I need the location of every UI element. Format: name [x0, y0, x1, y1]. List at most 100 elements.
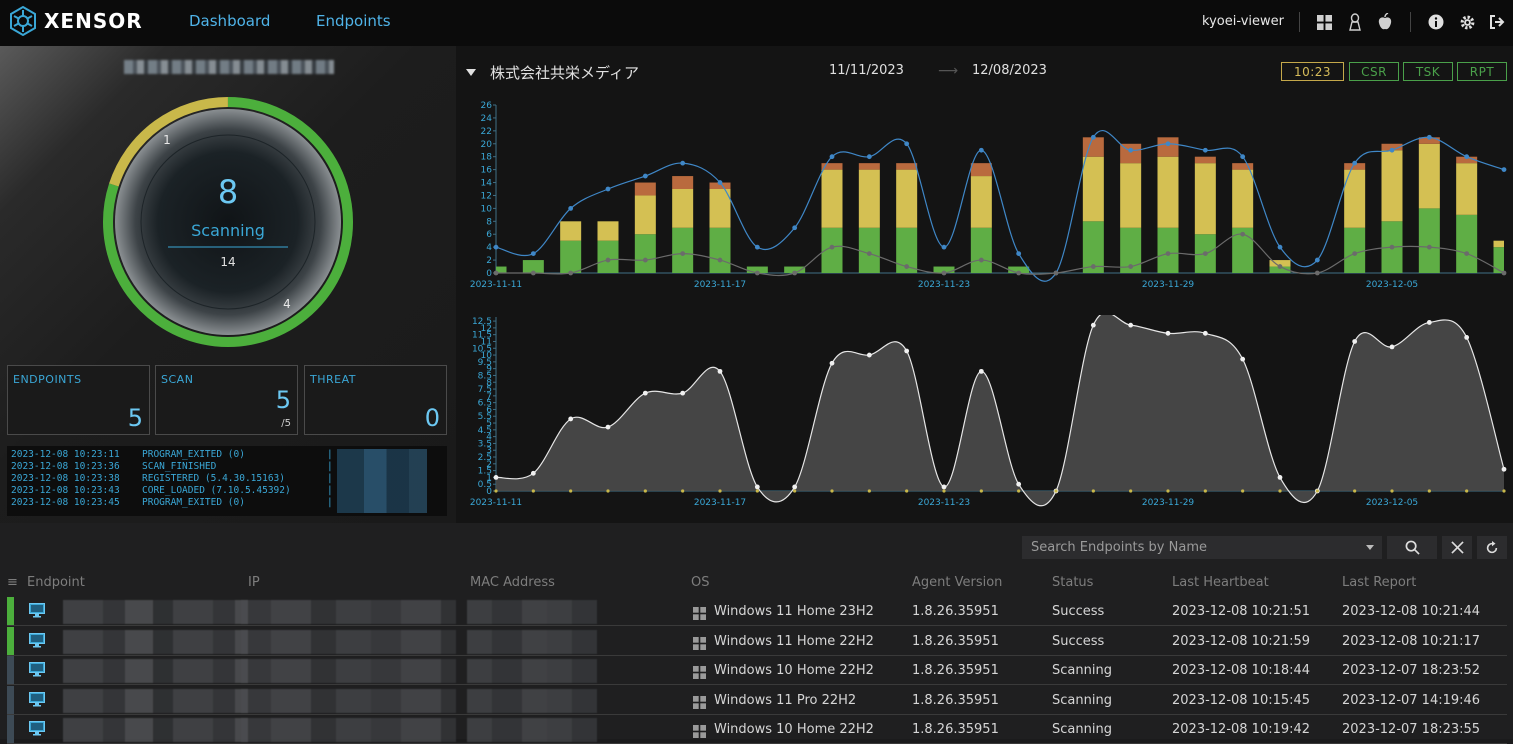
search-dropdown-icon[interactable]: [1366, 545, 1374, 550]
table-row[interactable]: Windows 10 Home 22H2 1.8.26.35951 Scanni…: [7, 715, 1507, 744]
table-row[interactable]: Windows 11 Pro 22H2 1.8.26.35951 Scannin…: [7, 685, 1507, 715]
y-tick-label: 16: [481, 166, 493, 176]
series-point: [792, 225, 798, 231]
y-tick-label: 18: [481, 153, 493, 163]
info-icon[interactable]: [1426, 12, 1446, 32]
baseline-marker: [793, 489, 797, 493]
bar-segment: [709, 227, 731, 273]
bar-segment: [1082, 137, 1104, 157]
area-point: [1240, 356, 1246, 362]
redacted-mac: [467, 659, 597, 684]
area-point: [605, 424, 611, 430]
redacted-endpoint: [63, 659, 248, 684]
os-name: Windows 11 Home 23H2: [714, 604, 874, 619]
bar-segment: [560, 240, 582, 273]
y-tick-label: 8: [486, 217, 492, 227]
monitor-icon: [29, 691, 45, 711]
gauge-count: 8: [218, 173, 238, 211]
stat-threat[interactable]: THREAT 0: [304, 365, 447, 435]
series-point: [1426, 244, 1432, 250]
tsk-tag-button[interactable]: TSK: [1403, 62, 1453, 81]
bar-segment: [1157, 227, 1179, 273]
nav-endpoints[interactable]: Endpoints: [316, 12, 391, 30]
windows-icon[interactable]: [1314, 12, 1334, 32]
xensor-logo-icon: [10, 6, 36, 36]
status-text: Success: [1052, 604, 1105, 619]
status-text: Scanning: [1052, 692, 1112, 708]
area-point: [792, 484, 798, 490]
stat-value: 0: [424, 404, 440, 432]
area-point: [1165, 330, 1171, 336]
baseline-marker: [531, 489, 535, 493]
table-row[interactable]: Windows 11 Home 22H2 1.8.26.35951 Succes…: [7, 626, 1507, 656]
date-from[interactable]: 11/11/2023: [829, 63, 904, 78]
area-point: [941, 484, 947, 490]
refresh-button[interactable]: [1477, 536, 1507, 559]
date-to[interactable]: 12/08/2023: [972, 63, 1047, 78]
bar-segment: [1157, 156, 1179, 228]
area-point: [1426, 320, 1432, 325]
series-point: [605, 257, 611, 263]
clear-search-button[interactable]: [1442, 536, 1472, 559]
table-row[interactable]: Windows 11 Home 23H2 1.8.26.35951 Succes…: [7, 597, 1507, 626]
bar-segment: [1194, 156, 1216, 164]
series-point: [568, 205, 574, 211]
date-range-arrow: ⟶: [938, 63, 959, 79]
bar-segment: [858, 163, 880, 170]
series-point: [493, 270, 499, 276]
stat-endpoints[interactable]: ENDPOINTS 5: [7, 365, 150, 435]
col-endpoint[interactable]: Endpoint: [27, 575, 85, 590]
agent-version: 1.8.26.35951: [912, 604, 999, 619]
col-last-report[interactable]: Last Report: [1342, 575, 1416, 590]
series-point: [680, 160, 686, 166]
redacted-ip: [241, 600, 456, 624]
series-point: [1240, 231, 1246, 237]
bar-segment: [1493, 240, 1504, 248]
y-tick-label: 14: [481, 179, 493, 189]
search-button[interactable]: [1387, 536, 1437, 559]
apple-icon[interactable]: [1375, 12, 1395, 32]
table-row[interactable]: Windows 10 Home 22H2 1.8.26.35951 Scanni…: [7, 656, 1507, 686]
bar-segment: [1082, 156, 1104, 222]
x-tick-label: 2023-11-29: [1142, 498, 1195, 508]
search-input[interactable]: Search Endpoints by Name: [1022, 536, 1382, 559]
baseline-marker: [1390, 489, 1394, 493]
y-tick-label: 26: [481, 101, 493, 111]
linux-icon[interactable]: [1345, 12, 1365, 32]
stat-scan[interactable]: SCAN 5 /5: [155, 365, 298, 435]
gear-icon[interactable]: [1457, 12, 1477, 32]
bar-segment: [1456, 163, 1478, 215]
nav-dashboard[interactable]: Dashboard: [189, 12, 270, 30]
baseline-marker: [942, 489, 946, 493]
menu-icon[interactable]: ≡: [7, 575, 18, 590]
col-status[interactable]: Status: [1052, 575, 1093, 590]
series-point: [1090, 264, 1096, 269]
redacted-org-name: [124, 60, 334, 74]
rpt-tag-button[interactable]: RPT: [1457, 62, 1507, 81]
col-os[interactable]: OS: [691, 575, 709, 590]
logout-icon[interactable]: [1487, 12, 1507, 32]
baseline-marker: [643, 489, 647, 493]
bar-segment: [1456, 214, 1478, 273]
status-text: Scanning: [1052, 722, 1112, 738]
col-ip[interactable]: IP: [248, 575, 260, 590]
redacted-endpoint: [63, 600, 248, 624]
last-heartbeat: 2023-12-08 10:18:44: [1172, 663, 1311, 679]
series-point: [1352, 160, 1358, 166]
col-last-heartbeat[interactable]: Last Heartbeat: [1172, 575, 1269, 590]
series-point: [829, 154, 835, 160]
time-tag-button[interactable]: 10:23: [1281, 62, 1344, 81]
area-fill: [496, 315, 1504, 506]
series-point: [978, 257, 984, 263]
col-mac[interactable]: MAC Address: [470, 575, 555, 590]
last-report: 2023-12-07 18:23:55: [1342, 722, 1481, 738]
y-tick-label: 24: [481, 114, 493, 124]
col-agent-version[interactable]: Agent Version: [912, 575, 1002, 590]
area-point: [1464, 334, 1470, 340]
area-point: [680, 390, 686, 396]
company-selector[interactable]: 株式会社共栄メディア: [466, 60, 639, 84]
brand-logo[interactable]: XENSOR: [8, 6, 143, 36]
monitor-icon: [29, 721, 45, 740]
user-name[interactable]: kyoei-viewer: [1202, 14, 1284, 29]
csr-tag-button[interactable]: CSR: [1349, 62, 1399, 81]
